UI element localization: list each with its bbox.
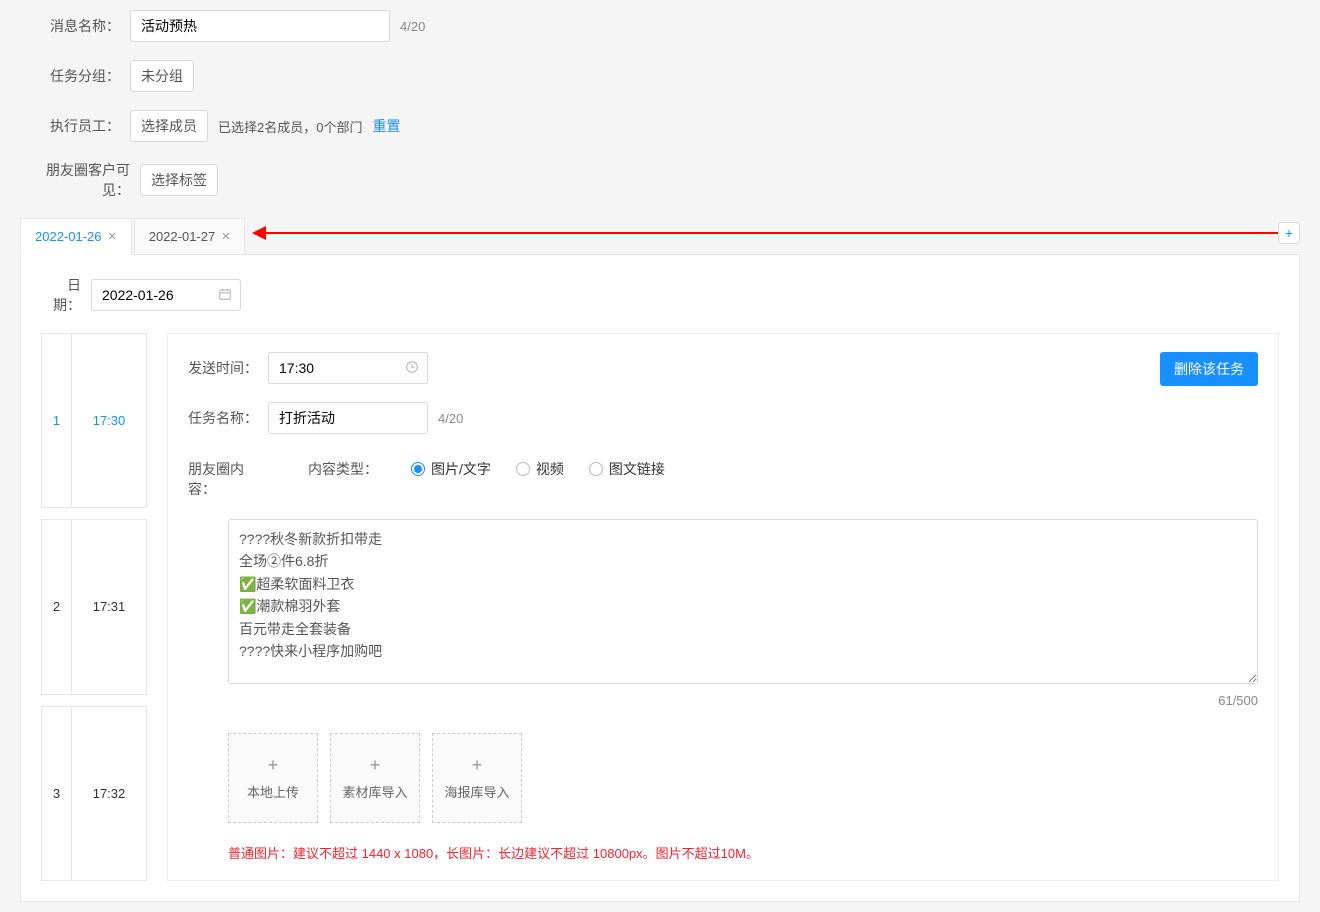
close-icon[interactable]: ✕ xyxy=(221,230,230,243)
date-input[interactable] xyxy=(91,279,241,311)
time-slot-2[interactable]: 2 17:31 xyxy=(42,520,147,694)
select-tag-button[interactable]: 选择标签 xyxy=(140,164,218,196)
radio-link[interactable]: 图文链接 xyxy=(589,459,665,479)
plus-icon: + xyxy=(370,755,381,776)
exec-staff-info: 已选择2名成员，0个部门 xyxy=(218,117,362,136)
textarea-counter: 61/500 xyxy=(228,693,1258,708)
reset-link[interactable]: 重置 xyxy=(372,116,400,136)
content-label: 朋友圈内容： xyxy=(188,459,268,499)
radio-video[interactable]: 视频 xyxy=(516,459,564,479)
close-icon[interactable]: ✕ xyxy=(108,230,117,243)
message-name-input-wrapper[interactable] xyxy=(130,10,390,42)
plus-icon: + xyxy=(1285,225,1293,241)
select-member-button[interactable]: 选择成员 xyxy=(130,110,208,142)
upload-material-button[interactable]: + 素材库导入 xyxy=(330,733,420,823)
time-slot-3[interactable]: 3 17:32 xyxy=(42,706,147,880)
task-name-input[interactable] xyxy=(268,402,428,434)
content-textarea[interactable] xyxy=(228,519,1258,684)
task-panel: 删除该任务 发送时间： 任务名称： 4/20 朋友圈 xyxy=(167,333,1279,881)
plus-icon: + xyxy=(268,755,279,776)
send-time-input[interactable] xyxy=(268,352,428,384)
send-time-label: 发送时间： xyxy=(188,358,258,378)
upload-poster-button[interactable]: + 海报库导入 xyxy=(432,733,522,823)
task-group-label: 任务分组： xyxy=(20,66,120,86)
plus-icon: + xyxy=(472,755,483,776)
task-group-select[interactable]: 未分组 xyxy=(130,60,194,92)
content-type-radio-group: 内容类型： 图片/文字 视频 图文链接 xyxy=(308,459,1258,479)
message-name-label: 消息名称： xyxy=(20,16,120,36)
add-tab-button[interactable]: + xyxy=(1278,222,1300,244)
date-label: 日期： xyxy=(41,275,81,315)
content-type-label: 内容类型： xyxy=(308,459,378,479)
tab-content: 日期： 1 17:30 2 17:31 3 17:32 xyxy=(20,255,1300,902)
message-name-input[interactable] xyxy=(141,18,379,34)
time-slot-list: 1 17:30 2 17:31 3 17:32 xyxy=(41,333,147,881)
task-name-label: 任务名称： xyxy=(188,408,258,428)
message-name-counter: 4/20 xyxy=(400,19,425,34)
calendar-icon xyxy=(218,287,232,304)
tab-2022-01-27[interactable]: 2022-01-27 ✕ xyxy=(134,218,246,254)
delete-task-button[interactable]: 删除该任务 xyxy=(1160,352,1258,386)
image-hint-text: 普通图片：建议不超过 1440 x 1080，长图片：长边建议不超过 10800… xyxy=(228,843,1258,862)
annotation-arrow-head xyxy=(252,226,266,240)
upload-local-button[interactable]: + 本地上传 xyxy=(228,733,318,823)
clock-icon xyxy=(405,360,419,377)
exec-staff-label: 执行员工： xyxy=(20,116,120,136)
date-tabs: 2022-01-26 ✕ 2022-01-27 ✕ + xyxy=(20,218,1300,255)
task-name-counter: 4/20 xyxy=(438,411,463,426)
annotation-arrow-line xyxy=(265,232,1278,234)
tab-2022-01-26[interactable]: 2022-01-26 ✕ xyxy=(20,218,132,255)
time-slot-1[interactable]: 1 17:30 xyxy=(42,334,147,508)
visibility-label: 朋友圈客户可见： xyxy=(20,160,130,200)
radio-image-text[interactable]: 图片/文字 xyxy=(411,459,491,479)
